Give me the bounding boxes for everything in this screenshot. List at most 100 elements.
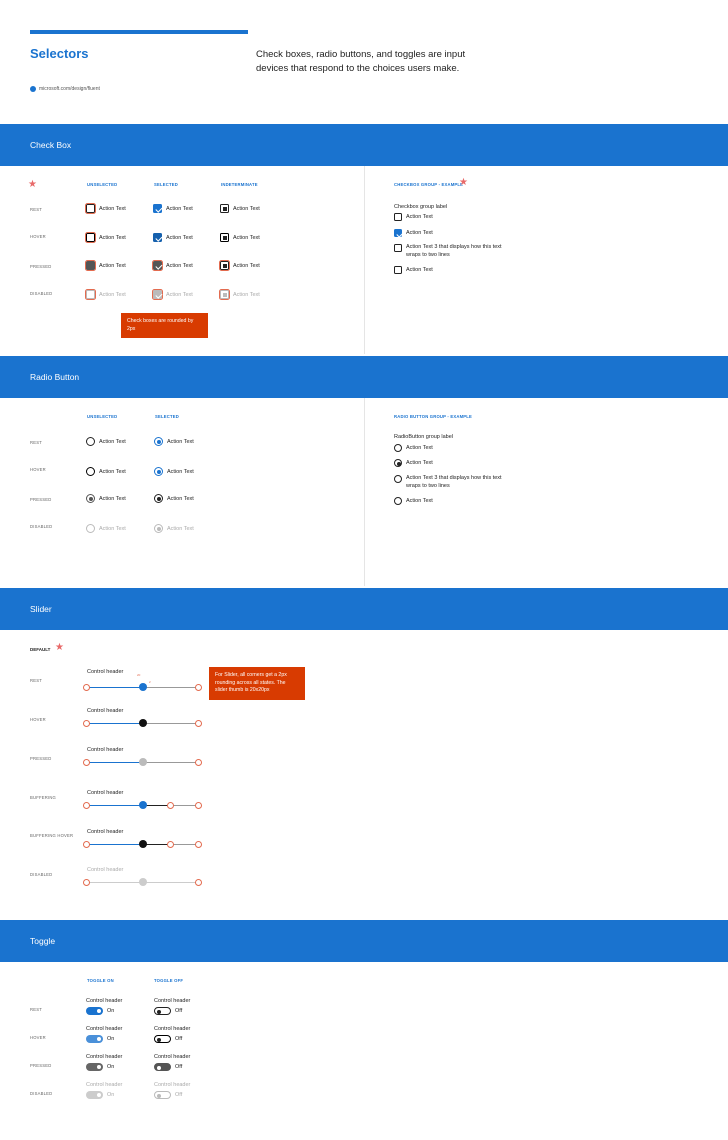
radio-circle[interactable]: [86, 494, 95, 503]
toggle-switch-off[interactable]: [154, 1007, 171, 1015]
checkbox-label: Action Text: [233, 291, 260, 298]
radio-rest-selected[interactable]: Action Text: [154, 437, 194, 446]
checkbox-box-indeterminate[interactable]: [220, 233, 229, 242]
radio-label: Action Text: [167, 525, 194, 532]
slider-rest[interactable]: [83, 683, 202, 691]
radio-circle-selected[interactable]: [154, 437, 163, 446]
checkbox-box[interactable]: [85, 232, 96, 243]
checkbox-box[interactable]: [394, 244, 402, 252]
radio-group-item-1[interactable]: Action Text: [394, 444, 433, 452]
checkbox-pressed-indeterminate[interactable]: Action Text: [219, 260, 260, 271]
checkbox-hover-unselected[interactable]: Action Text: [85, 232, 126, 243]
checkbox-box[interactable]: [394, 213, 402, 221]
radio-pressed-unselected[interactable]: Action Text: [86, 494, 126, 503]
slider-buffer-cap: [167, 801, 175, 809]
slider-fill: [86, 881, 143, 883]
slider-thumb[interactable]: [138, 719, 147, 727]
slider-buffering[interactable]: [83, 801, 202, 809]
toggle-switch-off: [154, 1091, 171, 1099]
checkbox-box-checked[interactable]: [152, 260, 163, 271]
slider-pressed[interactable]: [83, 758, 202, 766]
page-description: Check boxes, radio buttons, and toggles …: [256, 49, 466, 74]
checkbox-pressed-selected[interactable]: Action Text: [152, 260, 193, 271]
checkbox-group-item-1[interactable]: Action Text: [394, 213, 433, 221]
checkbox-box-indeterminate[interactable]: [220, 204, 229, 213]
slider-thumb[interactable]: [138, 840, 147, 848]
toggle-state-label: Off: [175, 1092, 183, 1098]
slider-header: Control header: [87, 708, 124, 714]
toggle-hover-on[interactable]: On: [86, 1035, 114, 1043]
radio-hover-unselected[interactable]: Action Text: [86, 467, 126, 476]
checkbox-box-checked[interactable]: [394, 229, 402, 237]
checkbox-label: Action Text: [99, 262, 126, 269]
slider-fill: [86, 804, 143, 806]
radio-group-item-4[interactable]: Action Text: [394, 497, 433, 505]
toggle-rest-on[interactable]: On: [86, 1007, 114, 1015]
radio-circle-selected[interactable]: [154, 494, 163, 503]
checkbox-box[interactable]: [394, 266, 402, 274]
toggle-switch-on[interactable]: [86, 1007, 103, 1015]
checkbox-group-item-3[interactable]: Action Text 3 that displays how this tex…: [394, 244, 509, 259]
checkbox-disabled-indeterminate: Action Text: [219, 289, 260, 300]
checkbox-group-item-2[interactable]: Action Text: [394, 229, 433, 237]
checkbox-label: Action Text: [166, 291, 193, 298]
radio-group-item-2[interactable]: Action Text: [394, 459, 433, 467]
checkbox-box[interactable]: [85, 260, 96, 271]
slider-thumb[interactable]: [138, 683, 147, 691]
slider-thumb[interactable]: [138, 801, 147, 809]
star-icon: ★: [28, 179, 37, 190]
radio-circle[interactable]: [394, 444, 402, 452]
slider-annotation-2: 2: [149, 680, 151, 684]
toggle-state-label: Off: [175, 1036, 183, 1042]
radio-label: Action Text: [406, 445, 433, 451]
slider-hover[interactable]: [83, 719, 202, 727]
slider-note: For Slider, all corners get a 2px roundi…: [209, 667, 305, 700]
slider-thumb[interactable]: [138, 758, 147, 766]
toggle-disabled-off: Off: [154, 1091, 182, 1099]
toggle-switch-on[interactable]: [86, 1063, 103, 1071]
checkbox-rest-indeterminate[interactable]: Action Text: [220, 204, 260, 213]
toggle-pressed-on[interactable]: On: [86, 1063, 114, 1071]
toggle-rest-off[interactable]: Off: [154, 1007, 182, 1015]
radio-circle[interactable]: [86, 437, 95, 446]
radio-circle[interactable]: [86, 467, 95, 476]
radio-hover-selected[interactable]: Action Text: [154, 467, 194, 476]
checkbox-label: Action Text: [233, 234, 260, 241]
radio-rest-unselected[interactable]: Action Text: [86, 437, 126, 446]
radio-label: Action Text 3 that displays how this tex…: [406, 475, 502, 489]
fluent-link[interactable]: microsoft.com/design/fluent: [30, 86, 100, 92]
toggle-hover-off[interactable]: Off: [154, 1035, 182, 1043]
radio-group-item-3[interactable]: Action Text 3 that displays how this tex…: [394, 475, 509, 490]
radio-circle-selected[interactable]: [154, 467, 163, 476]
slider-thumb[interactable]: [138, 878, 147, 886]
checkbox-label: Action Text: [406, 230, 433, 236]
section-divider: [364, 166, 365, 354]
checkbox-box-checked[interactable]: [153, 233, 162, 242]
checkbox-rest-selected[interactable]: Action Text: [153, 204, 193, 213]
checkbox-hover-indeterminate[interactable]: Action Text: [220, 233, 260, 242]
checkbox-box-checked[interactable]: [153, 204, 162, 213]
checkbox-box[interactable]: [85, 203, 96, 214]
checkbox-disabled-selected: Action Text: [152, 289, 193, 300]
checkbox-group-item-4[interactable]: Action Text: [394, 266, 433, 274]
toggle-switch-on: [86, 1091, 103, 1099]
toggle-disabled-on: On: [86, 1091, 114, 1099]
fluent-link-text[interactable]: microsoft.com/design/fluent: [39, 86, 100, 92]
radio-label: Action Text: [99, 438, 126, 445]
toggle-switch-off[interactable]: [154, 1063, 171, 1071]
toggle-switch-off[interactable]: [154, 1035, 171, 1043]
checkbox-hover-selected[interactable]: Action Text: [153, 233, 193, 242]
slider-row-hover: HOVER: [30, 717, 46, 722]
toggle-pressed-off[interactable]: Off: [154, 1063, 182, 1071]
radio-circle[interactable]: [394, 475, 402, 483]
star-icon: ★: [55, 642, 64, 653]
checkbox-box-indeterminate[interactable]: [219, 260, 230, 271]
checkbox-pressed-unselected[interactable]: Action Text: [85, 260, 126, 271]
checkbox-rest-unselected[interactable]: Action Text: [85, 203, 126, 214]
radio-circle[interactable]: [394, 497, 402, 505]
slider-end-cap: [195, 719, 202, 727]
toggle-switch-on[interactable]: [86, 1035, 103, 1043]
slider-buffering-hover[interactable]: [83, 840, 202, 848]
radio-circle-selected[interactable]: [394, 459, 402, 467]
radio-pressed-selected[interactable]: Action Text: [154, 494, 194, 503]
